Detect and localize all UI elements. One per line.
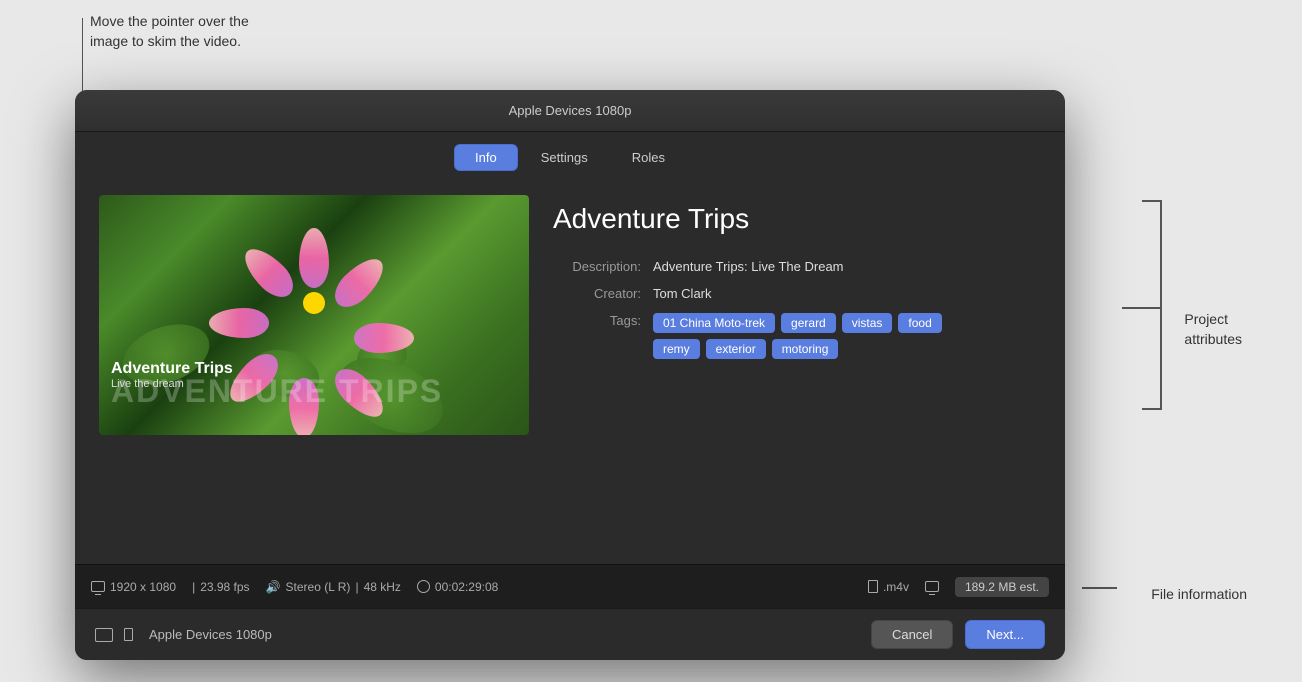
tab-info[interactable]: Info	[454, 144, 518, 171]
device-icon	[95, 628, 113, 642]
title-bar: Apple Devices 1080p	[75, 90, 1065, 132]
tag-5[interactable]: exterior	[706, 339, 766, 359]
pipe-sep-2: |	[355, 580, 358, 594]
petal-1	[299, 228, 329, 288]
video-overlay: Adventure Trips Live the dream	[111, 360, 233, 390]
monitor-icon-2	[925, 581, 939, 592]
speaker-icon: 🔊	[266, 580, 281, 594]
next-button[interactable]: Next...	[965, 620, 1045, 649]
petal-center	[303, 292, 325, 314]
creator-value: Tom Clark	[653, 286, 712, 301]
project-attributes-label: Projectattributes	[1184, 310, 1242, 349]
fps-value: 23.98 fps	[200, 580, 249, 594]
device-icon-area: Apple Devices 1080p	[95, 627, 272, 642]
small-device-icon	[124, 628, 133, 641]
format-value: .m4v	[883, 580, 909, 594]
video-background: ADVENTURE TRIPS Adventure Trips Live the…	[99, 195, 529, 435]
info-panel: Adventure Trips Description: Adventure T…	[553, 195, 1041, 548]
petal-7	[209, 308, 269, 338]
cancel-button[interactable]: Cancel	[871, 620, 953, 649]
petal-2	[328, 251, 392, 315]
video-subtitle: Live the dream	[111, 378, 233, 390]
creator-row: Creator: Tom Clark	[553, 286, 1041, 301]
tab-settings[interactable]: Settings	[520, 144, 609, 171]
clock-icon	[417, 580, 430, 593]
bottom-bar: Apple Devices 1080p Cancel Next...	[75, 608, 1065, 660]
audio-item: 🔊 Stereo (L R) | 48 kHz	[266, 580, 401, 594]
device-label: Apple Devices 1080p	[149, 627, 272, 642]
content-area: ADVENTURE TRIPS Adventure Trips Live the…	[75, 179, 1065, 564]
description-row: Description: Adventure Trips: Live The D…	[553, 259, 1041, 274]
dialog-title: Apple Devices 1080p	[509, 103, 632, 118]
project-title: Adventure Trips	[553, 203, 1041, 235]
video-main-title: Adventure Trips	[111, 360, 233, 378]
file-size-badge: 189.2 MB est.	[955, 577, 1049, 597]
format-item: .m4v	[868, 580, 909, 594]
tags-container: 01 China Moto-trek gerard vistas food re…	[653, 313, 973, 359]
tag-2[interactable]: vistas	[842, 313, 893, 333]
tag-0[interactable]: 01 China Moto-trek	[653, 313, 775, 333]
description-value: Adventure Trips: Live The Dream	[653, 259, 844, 274]
monitor-icon	[91, 581, 105, 592]
video-thumbnail[interactable]: ADVENTURE TRIPS Adventure Trips Live the…	[99, 195, 529, 435]
file-icon	[868, 580, 878, 593]
file-info-line	[1082, 587, 1117, 589]
duration-value: 00:02:29:08	[435, 580, 498, 594]
tab-roles[interactable]: Roles	[611, 144, 686, 171]
resolution-value: 1920 x 1080	[110, 580, 176, 594]
duration-item: 00:02:29:08	[417, 580, 498, 594]
resolution-item: 1920 x 1080	[91, 580, 176, 594]
status-bar: 1920 x 1080 | 23.98 fps 🔊 Stereo (L R) |…	[75, 564, 1065, 608]
sample-rate-value: 48 kHz	[364, 580, 401, 594]
audio-value: Stereo (L R)	[286, 580, 351, 594]
petal-8	[237, 241, 301, 305]
tooltip-text: Move the pointer over theimage to skim t…	[90, 13, 249, 49]
tag-6[interactable]: motoring	[772, 339, 839, 359]
tooltip-annotation: Move the pointer over theimage to skim t…	[90, 12, 249, 51]
tag-4[interactable]: remy	[653, 339, 700, 359]
description-label: Description:	[553, 259, 653, 274]
creator-label: Creator:	[553, 286, 653, 301]
tag-3[interactable]: food	[898, 313, 941, 333]
fps-item: | 23.98 fps	[192, 580, 250, 594]
tabs-bar: Info Settings Roles	[75, 132, 1065, 179]
project-attributes-brace	[1142, 200, 1162, 410]
lotus-flower	[274, 263, 354, 343]
monitor-item-2	[925, 581, 939, 592]
tags-label: Tags:	[553, 313, 653, 359]
tags-row: Tags: 01 China Moto-trek gerard vistas f…	[553, 313, 1041, 359]
project-attributes-line	[1122, 307, 1162, 309]
main-dialog: Apple Devices 1080p Info Settings Roles	[75, 90, 1065, 660]
tag-1[interactable]: gerard	[781, 313, 836, 333]
file-info-label: File information	[1151, 586, 1247, 602]
pipe-sep-1: |	[192, 580, 195, 594]
